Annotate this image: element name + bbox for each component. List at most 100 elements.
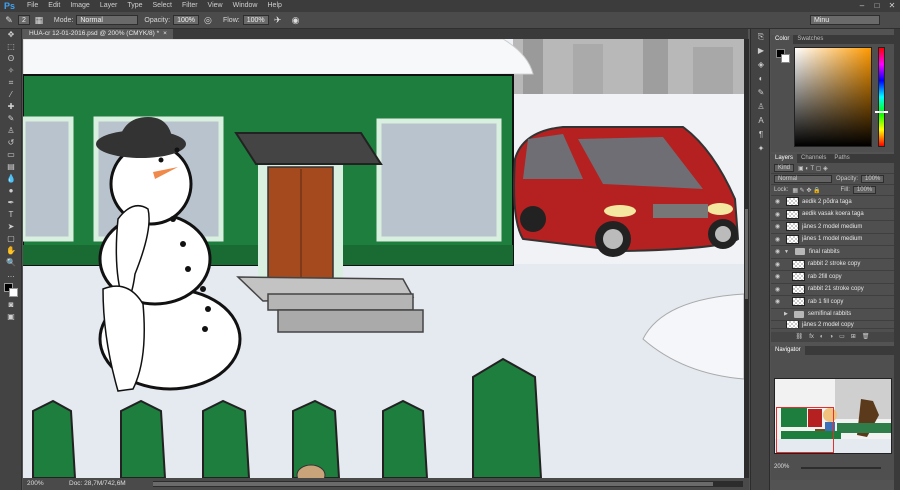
brush-tool-icon[interactable]: ✎ [0,113,22,125]
layer-row[interactable]: ◉ rab 2fill copy [771,271,894,284]
tab-color[interactable]: Color [771,35,794,44]
shape-tool-icon[interactable]: ▢ [0,233,22,245]
menu-view[interactable]: View [203,0,228,12]
layer-group-name[interactable]: semifinal rabbits [808,311,851,317]
tab-channels[interactable]: Channels [797,154,830,163]
horizontal-scrollbar[interactable] [153,481,743,487]
airbrush-icon[interactable]: ✈ [272,14,284,26]
menu-select[interactable]: Select [148,0,177,12]
menu-window[interactable]: Window [228,0,263,12]
doc-size[interactable]: Doc: 28,7M/742,6M [69,478,126,490]
tab-swatches[interactable]: Swatches [793,35,827,44]
menu-help[interactable]: Help [263,0,287,12]
layer-name[interactable]: rab 2fill copy [808,274,842,280]
layer-group-row[interactable]: ◉ ▼ final rabbits [771,246,894,259]
collapse-caret-icon[interactable]: ▶ [784,311,788,317]
visibility-eye-icon[interactable]: ◉ [773,286,782,293]
dodge-tool-icon[interactable]: ● [0,185,22,197]
expand-caret-icon[interactable]: ▼ [784,249,789,255]
navigator-zoom-slider[interactable] [801,467,881,469]
visibility-eye-icon[interactable]: ◉ [773,273,782,280]
quick-mask-icon[interactable]: ◙ [0,299,22,311]
menu-layer[interactable]: Layer [95,0,123,12]
color-swatches[interactable] [0,281,21,299]
layer-row[interactable]: ◉ jänes 2 model medium [771,221,894,234]
mask-icon[interactable]: ◐ [820,332,824,342]
brush-panel-icon[interactable]: ▦ [33,14,45,26]
horizontal-scroll-thumb[interactable] [153,482,713,486]
layer-comps-icon[interactable]: ◈ [752,59,770,71]
menu-file[interactable]: File [22,0,43,12]
blur-tool-icon[interactable]: 💧 [0,173,22,185]
layer-name[interactable]: rabbit 21 stroke copy [808,286,864,292]
layer-name[interactable]: aedik 2 põdra taga [802,199,852,205]
mode-select[interactable]: Normal [76,15,139,25]
quick-select-tool-icon[interactable]: ✧ [0,65,22,77]
menu-type[interactable]: Type [122,0,147,12]
history-brush-tool-icon[interactable]: ↺ [0,137,22,149]
layer-name[interactable]: jänes 2 model copy [802,322,854,328]
move-tool-icon[interactable]: ✥ [0,29,22,41]
hue-slider[interactable] [878,47,885,147]
brush-preset-icon[interactable]: ✎ [3,14,15,26]
layer-filter-select[interactable]: Kind [774,164,795,172]
new-group-icon[interactable]: ▭ [839,332,845,342]
filter-icons[interactable]: ▣ ◐ T ▢ ◈ [798,165,828,172]
crop-tool-icon[interactable]: ⌗ [0,77,22,89]
vertical-scroll-thumb[interactable] [745,209,748,299]
layer-row[interactable]: jänes 2 model copy [771,321,894,329]
history-panel-icon[interactable]: ⎘ [752,31,770,43]
visibility-eye-icon[interactable]: ◉ [773,261,782,268]
adjustments-icon[interactable]: ◐ [752,73,770,85]
clone-source-icon[interactable]: ♙ [752,101,770,113]
navigator-zoom[interactable]: 200% [774,464,789,470]
delete-layer-icon[interactable]: 🗑 [862,332,870,342]
document-tab[interactable]: HUA-cr 12-01-2016.psd @ 200% (CMYK/8) * × [23,29,173,39]
eyedropper-tool-icon[interactable]: ⁄ [0,89,22,101]
zoom-tool-icon[interactable]: 🔍 [0,257,22,269]
fx-icon[interactable]: fx [809,332,814,342]
adjustment-layer-icon[interactable]: ◑ [829,332,833,342]
screen-mode-icon[interactable]: ▣ [0,311,22,323]
brushes-panel-icon[interactable]: ✎ [752,87,770,99]
layer-name[interactable]: jänes 2 model medium [802,224,862,230]
blend-mode-select[interactable]: Normal [774,175,832,183]
character-panel-icon[interactable]: A [752,115,770,127]
healing-tool-icon[interactable]: ✚ [0,101,22,113]
background-swatch[interactable] [9,288,18,297]
workspace-select[interactable]: Minu [810,15,880,25]
layer-opacity-field[interactable]: 100% [861,175,885,183]
path-select-tool-icon[interactable]: ➤ [0,221,22,233]
hue-marker[interactable] [875,111,888,113]
actions-panel-icon[interactable]: ▶ [752,45,770,57]
layer-name[interactable]: jänes 1 model medium [802,236,862,242]
hand-tool-icon[interactable]: ✋ [0,245,22,257]
minimize-button[interactable]: – [858,0,866,12]
more-tools-icon[interactable]: … [0,269,22,281]
panel-scrollbar[interactable] [894,29,900,490]
stamp-tool-icon[interactable]: ♙ [0,125,22,137]
fill-field[interactable]: 100% [852,186,877,194]
layer-row[interactable]: ◉ jänes 1 model medium [771,234,894,246]
visibility-eye-icon[interactable]: ◉ [773,223,782,230]
link-layers-icon[interactable]: ⛓ [796,332,804,342]
layer-row[interactable]: ◉ aedik vasak koera taga [771,209,894,221]
menu-edit[interactable]: Edit [43,0,65,12]
visibility-eye-icon[interactable]: ◉ [773,198,782,205]
layer-row[interactable]: ◉ rab 1 fill copy [771,296,894,309]
styles-panel-icon[interactable]: ✦ [752,143,770,155]
color-picker-field[interactable] [794,47,872,147]
tab-navigator[interactable]: Navigator [771,346,805,355]
new-layer-icon[interactable]: ⊞ [851,332,856,342]
paragraph-panel-icon[interactable]: ¶ [752,129,770,141]
navigator-thumbnail[interactable] [774,378,892,454]
visibility-eye-icon[interactable]: ◉ [773,248,782,255]
visibility-eye-icon[interactable]: ◉ [773,298,782,305]
maximize-button[interactable]: □ [873,0,881,12]
layer-group-row[interactable]: ▶ semifinal rabbits [771,309,894,321]
layer-name[interactable]: rabbit 2 stroke copy [808,261,860,267]
layer-name[interactable]: aedik vasak koera taga [802,211,864,217]
menu-image[interactable]: Image [65,0,94,12]
document-canvas[interactable] [23,39,744,478]
layer-group-name[interactable]: final rabbits [809,249,840,255]
